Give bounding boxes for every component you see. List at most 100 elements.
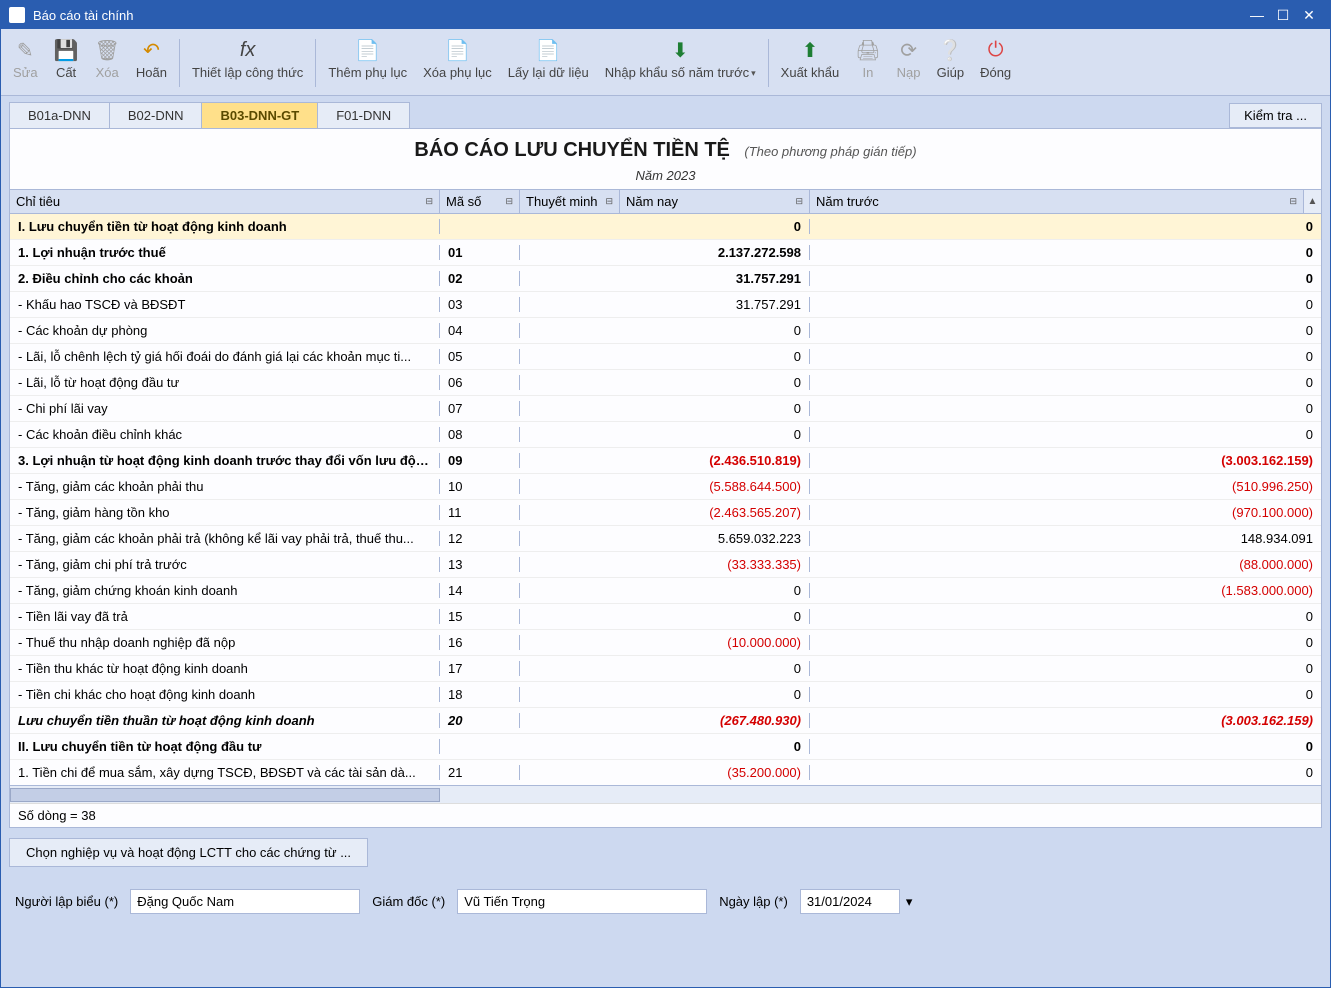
reload-icon: ⟳ bbox=[900, 37, 917, 63]
check-button[interactable]: Kiểm tra ... bbox=[1229, 103, 1322, 128]
cell-current-year: 0 bbox=[620, 609, 810, 624]
cell-name: - Tăng, giảm các khoản phải thu bbox=[10, 479, 440, 494]
cell-code: 02 bbox=[440, 271, 520, 286]
cell-prev-year: 0 bbox=[810, 661, 1321, 676]
cell-code: 03 bbox=[440, 297, 520, 312]
save-button[interactable]: 💾Cất bbox=[46, 35, 87, 82]
formula-button[interactable]: fxThiết lập công thức bbox=[184, 35, 311, 82]
save-icon: 💾 bbox=[54, 37, 79, 63]
delete-appendix-button[interactable]: 📄Xóa phụ lục bbox=[415, 35, 500, 82]
window-title: Báo cáo tài chính bbox=[33, 8, 133, 23]
add-appendix-button[interactable]: 📄Thêm phụ lục bbox=[320, 35, 415, 82]
director-label: Giám đốc (*) bbox=[372, 894, 445, 909]
excel-import-icon: ⬇ bbox=[672, 37, 689, 63]
tab-b02-dnn[interactable]: B02-DNN bbox=[109, 102, 203, 128]
export-button[interactable]: ⬆Xuất khẩu bbox=[773, 35, 848, 82]
tab-b03-dnn-gt[interactable]: B03-DNN-GT bbox=[201, 102, 318, 128]
cell-prev-year: (3.003.162.159) bbox=[810, 713, 1321, 728]
undo-icon: ↶ bbox=[143, 37, 160, 63]
select-transactions-button[interactable]: Chọn nghiệp vụ và hoạt động LCTT cho các… bbox=[9, 838, 368, 867]
print-button[interactable]: 🖨In bbox=[847, 35, 888, 82]
pin-icon: ⊟ bbox=[795, 196, 803, 207]
cell-name: II. Lưu chuyển tiền từ hoạt động đầu tư bbox=[10, 739, 440, 754]
report-subtitle: (Theo phương pháp gián tiếp) bbox=[744, 144, 916, 159]
cell-prev-year: 0 bbox=[810, 609, 1321, 624]
cell-code: 18 bbox=[440, 687, 520, 702]
table-row[interactable]: 2. Điều chỉnh cho các khoản0231.757.2910 bbox=[10, 266, 1321, 292]
close-window-button[interactable]: ✕ bbox=[1296, 7, 1322, 24]
table-row[interactable]: - Các khoản điều chỉnh khác0800 bbox=[10, 422, 1321, 448]
minimize-button[interactable]: — bbox=[1244, 7, 1270, 23]
date-dropdown-icon[interactable]: ▾ bbox=[900, 894, 919, 910]
cell-prev-year: 0 bbox=[810, 635, 1321, 650]
table-row[interactable]: - Các khoản dự phòng0400 bbox=[10, 318, 1321, 344]
table-row[interactable]: 1. Tiền chi để mua sắm, xây dựng TSCĐ, B… bbox=[10, 760, 1321, 785]
col-nam-nay[interactable]: Năm nay⊟ bbox=[620, 190, 810, 213]
col-nam-truoc[interactable]: Năm trước⊟ bbox=[810, 190, 1303, 213]
table-row[interactable]: - Tăng, giảm các khoản phải thu10(5.588.… bbox=[10, 474, 1321, 500]
cell-code: 11 bbox=[440, 505, 520, 520]
table-row[interactable]: - Tiền lãi vay đã trả1500 bbox=[10, 604, 1321, 630]
cell-code: 17 bbox=[440, 661, 520, 676]
close-button[interactable]: ⏻Đóng bbox=[972, 35, 1019, 82]
cell-name: - Tiền chi khác cho hoạt động kinh doanh bbox=[10, 687, 440, 702]
cell-prev-year: 0 bbox=[810, 349, 1321, 364]
cell-current-year: 0 bbox=[620, 349, 810, 364]
maximize-button[interactable]: ☐ bbox=[1270, 7, 1296, 24]
table-row[interactable]: 1. Lợi nhuận trước thuế012.137.272.5980 bbox=[10, 240, 1321, 266]
table-row[interactable]: 3. Lợi nhuận từ hoạt động kinh doanh trư… bbox=[10, 448, 1321, 474]
table-row[interactable]: - Tăng, giảm chứng khoán kinh doanh140(1… bbox=[10, 578, 1321, 604]
import-prev-year-button[interactable]: ⬇Nhập khẩu số năm trước▾ bbox=[597, 35, 764, 82]
date-input[interactable] bbox=[800, 889, 900, 914]
refresh-button[interactable]: ⟳Nạp bbox=[889, 35, 929, 82]
cell-name: I. Lưu chuyển tiền từ hoạt động kinh doa… bbox=[10, 219, 440, 234]
director-input[interactable] bbox=[457, 889, 707, 914]
table-row[interactable]: - Khấu hao TSCĐ và BĐSĐT0331.757.2910 bbox=[10, 292, 1321, 318]
help-button[interactable]: ❔Giúp bbox=[929, 35, 972, 82]
table-row[interactable]: II. Lưu chuyển tiền từ hoạt động đầu tư 0… bbox=[10, 734, 1321, 760]
excel-export-icon: ⬆ bbox=[802, 37, 819, 63]
table-row[interactable]: I. Lưu chuyển tiền từ hoạt động kinh doa… bbox=[10, 214, 1321, 240]
table-row[interactable]: - Tiền chi khác cho hoạt động kinh doanh… bbox=[10, 682, 1321, 708]
table-row[interactable]: - Tăng, giảm hàng tồn kho11(2.463.565.20… bbox=[10, 500, 1321, 526]
cell-prev-year: 148.934.091 bbox=[810, 531, 1321, 546]
help-icon: ❔ bbox=[938, 37, 963, 63]
table-row[interactable]: - Tiền thu khác từ hoạt động kinh doanh1… bbox=[10, 656, 1321, 682]
table-row[interactable]: - Tăng, giảm các khoản phải trả (không k… bbox=[10, 526, 1321, 552]
table-row[interactable]: - Thuế thu nhập doanh nghiệp đã nộp16(10… bbox=[10, 630, 1321, 656]
cell-code: 07 bbox=[440, 401, 520, 416]
cell-name: - Các khoản dự phòng bbox=[10, 323, 440, 338]
power-icon: ⏻ bbox=[988, 37, 1004, 63]
table-row[interactable]: - Chi phí lãi vay0700 bbox=[10, 396, 1321, 422]
footer-fields: Người lập biểu (*) Giám đốc (*) Ngày lập… bbox=[9, 877, 1322, 926]
tab-f01-dnn[interactable]: F01-DNN bbox=[317, 102, 410, 128]
cell-name: - Các khoản điều chỉnh khác bbox=[10, 427, 440, 442]
table-row[interactable]: Lưu chuyển tiền thuần từ hoạt động kinh … bbox=[10, 708, 1321, 734]
cell-prev-year: 0 bbox=[810, 739, 1321, 754]
cell-prev-year: 0 bbox=[810, 427, 1321, 442]
toolbar: ✎Sửa 💾Cất 🗑Xóa ↶Hoãn fxThiết lập công th… bbox=[1, 29, 1330, 96]
edit-button[interactable]: ✎Sửa bbox=[5, 35, 46, 82]
col-ma-so[interactable]: Mã số⊟ bbox=[440, 190, 520, 213]
table-row[interactable]: - Lãi, lỗ từ hoạt động đầu tư0600 bbox=[10, 370, 1321, 396]
cell-name: - Tiền lãi vay đã trả bbox=[10, 609, 440, 624]
scroll-up-button[interactable]: ▲ bbox=[1303, 190, 1321, 213]
col-thuyet-minh[interactable]: Thuyết minh⊟ bbox=[520, 190, 620, 213]
pin-icon: ⊟ bbox=[425, 196, 433, 207]
reload-data-button[interactable]: 📄Lấy lại dữ liệu bbox=[500, 35, 597, 82]
cell-name: - Tăng, giảm các khoản phải trả (không k… bbox=[10, 531, 440, 546]
preparer-input[interactable] bbox=[130, 889, 360, 914]
print-icon: 🖨 bbox=[855, 37, 880, 63]
row-count: Số dòng = 38 bbox=[10, 803, 1321, 827]
scrollbar-thumb[interactable] bbox=[10, 788, 440, 802]
table-row[interactable]: - Lãi, lỗ chênh lệch tỷ giá hối đoái do … bbox=[10, 344, 1321, 370]
table-row[interactable]: - Tăng, giảm chi phí trả trước13(33.333.… bbox=[10, 552, 1321, 578]
undo-button[interactable]: ↶Hoãn bbox=[128, 35, 175, 82]
col-chi-tieu[interactable]: Chỉ tiêu⊟ bbox=[10, 190, 440, 213]
grid-body[interactable]: I. Lưu chuyển tiền từ hoạt động kinh doa… bbox=[10, 214, 1321, 785]
tab-b01a-dnn[interactable]: B01a-DNN bbox=[9, 102, 110, 128]
cell-prev-year: 0 bbox=[810, 271, 1321, 286]
report-year: Năm 2023 bbox=[10, 164, 1321, 189]
delete-button[interactable]: 🗑Xóa bbox=[87, 35, 128, 82]
horizontal-scrollbar[interactable] bbox=[10, 785, 1321, 803]
